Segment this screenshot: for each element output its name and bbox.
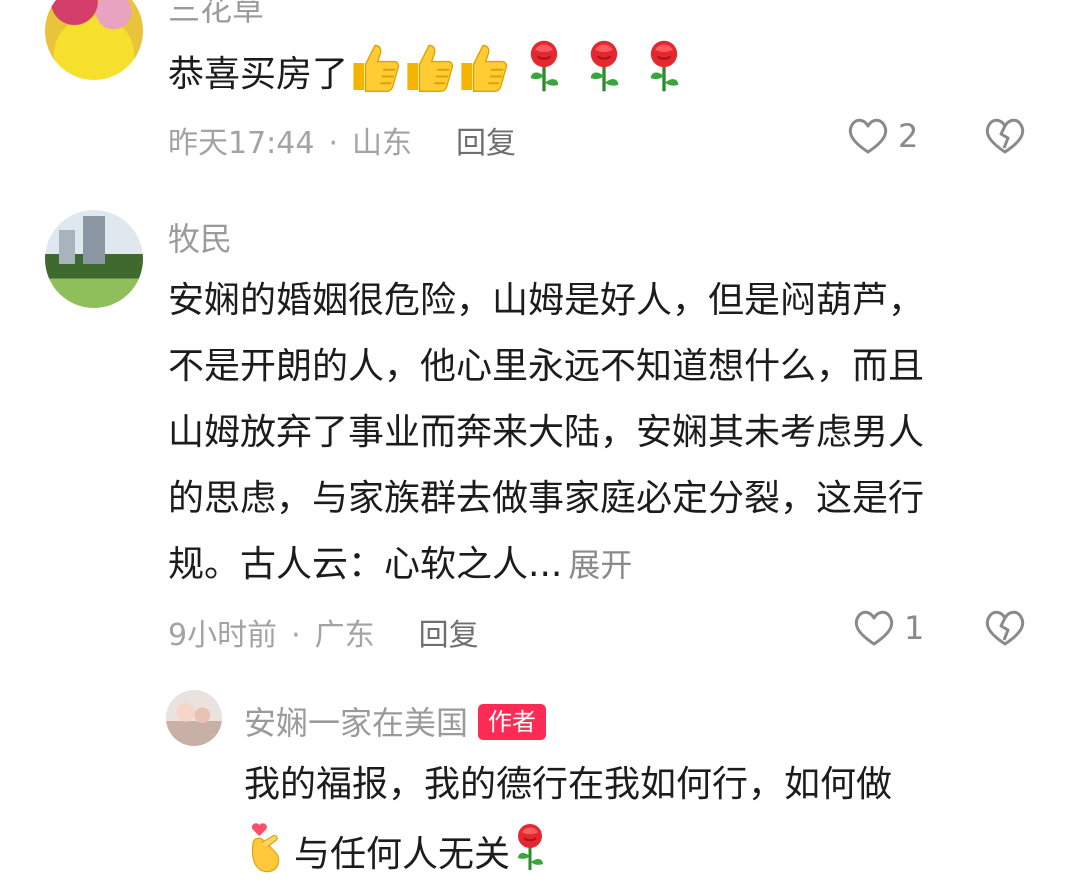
avatar[interactable] (45, 0, 143, 80)
heart-outline-icon (852, 608, 896, 648)
rose-icon (582, 38, 626, 94)
comment-text-line: 的思虑，与家族群去做事家庭必定分裂，这是行 (168, 478, 925, 519)
comment-text: 安娴的婚姻很危险，山姆是好人，但是闷葫芦， 不是开朗的人，他心里永远不知道想什么… (168, 268, 1048, 598)
thumbs-up-icon (456, 40, 510, 94)
avatar-building-shape (59, 230, 75, 264)
broken-heart-icon (983, 608, 1027, 648)
thumbs-up-icon (402, 40, 456, 94)
comment-text-line: 安娴的婚姻很危险，山姆是好人，但是闷葫芦， (168, 280, 925, 321)
like-count: 1 (904, 609, 925, 647)
reply-button[interactable]: 回复 (456, 126, 516, 161)
reply-text-line: 与任何人无关 (244, 818, 892, 888)
heart-outline-icon (846, 116, 890, 156)
avatar[interactable] (45, 210, 143, 308)
comment-time: 昨天17:44 (168, 126, 315, 161)
reply-username: 安娴一家在美国 作者 (244, 698, 547, 744)
rose-icon (510, 820, 550, 874)
reply-text: 我的福报，我的德行在我如何行，如何做 与任何人无关 (244, 752, 892, 888)
comment-text-line: 规。古人云：心软之人... 展开 (168, 544, 633, 585)
rose-icon (522, 38, 566, 94)
like-button[interactable]: 1 (852, 608, 924, 648)
comment-text-line: 山姆放弃了事业而奔来大陆，安娴其未考虑男人 (168, 412, 925, 453)
reply-button[interactable]: 回复 (419, 618, 479, 653)
dislike-button[interactable] (983, 608, 1027, 652)
comment-meta: 昨天17:44 · 山东 回复 (168, 118, 516, 162)
author-badge: 作者 (478, 704, 547, 740)
comment-item: 三花草 恭喜买房了 昨天17:44 · 山东 回复 2 (0, 0, 1079, 180)
comment-username[interactable]: 牧民 (168, 214, 232, 260)
reply-text-line: 我的福报，我的德行在我如何行，如何做 (244, 764, 893, 805)
comment-text-line: 不是开朗的人，他心里永远不知道想什么，而且 (168, 346, 925, 387)
meta-separator: · (291, 618, 301, 653)
like-button[interactable]: 2 (846, 116, 918, 156)
comment-text: 恭喜买房了 (168, 38, 686, 108)
comment-username[interactable]: 三花草 (168, 0, 264, 30)
comment-location: 广东 (314, 618, 375, 653)
finger-heart-icon (244, 818, 288, 874)
thumbs-up-icon (348, 40, 402, 94)
broken-heart-icon (983, 116, 1027, 156)
comment-text-content: 恭喜买房了 (168, 54, 349, 95)
avatar-building-shape (83, 216, 105, 264)
rose-icon (642, 38, 686, 94)
meta-separator: · (328, 126, 339, 161)
comment-location: 山东 (352, 126, 413, 161)
like-count: 2 (898, 117, 919, 155)
avatar[interactable] (166, 690, 222, 746)
comment-time: 9小时前 (168, 618, 278, 653)
expand-button[interactable]: 展开 (568, 546, 632, 584)
dislike-button[interactable] (983, 116, 1027, 160)
comment-meta: 9小时前 · 广东 回复 (168, 610, 479, 654)
reply-username-text[interactable]: 安娴一家在美国 (244, 704, 468, 742)
